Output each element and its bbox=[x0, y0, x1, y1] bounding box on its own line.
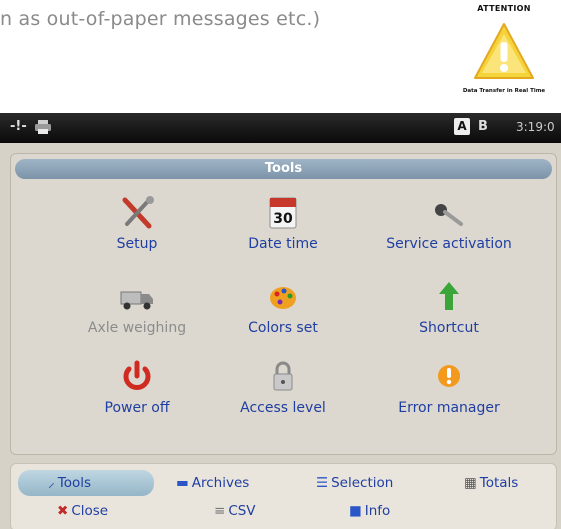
info-label: Info bbox=[364, 503, 391, 519]
calendar-day-number: 30 bbox=[273, 211, 293, 227]
warning-icon bbox=[425, 358, 473, 396]
tab-tools[interactable]: ⸝ Tools bbox=[18, 470, 154, 496]
colors-set-label: Colors set bbox=[248, 320, 318, 336]
indicator-a: A bbox=[454, 118, 470, 135]
tools-icon bbox=[113, 194, 161, 232]
shortcut-button[interactable]: Shortcut bbox=[359, 278, 539, 348]
padlock-icon bbox=[259, 358, 307, 396]
warning-triangle-icon bbox=[474, 23, 534, 79]
signal-icon: -!- bbox=[10, 119, 27, 134]
colors-set-button[interactable]: Colors set bbox=[193, 278, 373, 348]
info-icon: ■ bbox=[349, 503, 362, 519]
indicator-b: B bbox=[478, 119, 488, 134]
tab-selection[interactable]: ☰ Selection bbox=[316, 470, 393, 496]
info-button[interactable]: ■ Info bbox=[349, 498, 390, 524]
panel-title: Tools bbox=[15, 159, 552, 179]
tab-tools-label: Tools bbox=[57, 475, 92, 491]
tab-totals[interactable]: ▦ Totals bbox=[464, 470, 518, 496]
attention-subtitle: Data Transfer in Real Time bbox=[462, 88, 546, 94]
error-manager-button[interactable]: Error manager bbox=[359, 358, 539, 428]
arrow-up-icon bbox=[425, 278, 473, 316]
close-icon: ✖ bbox=[57, 503, 69, 519]
close-label: Close bbox=[71, 503, 109, 519]
device-screen: -!- A B 3:19:0 Tools Setup 30 Date time … bbox=[0, 113, 561, 529]
totals-icon: ▦ bbox=[464, 475, 477, 491]
caption-text: n as out-of-paper messages etc.) bbox=[0, 8, 321, 30]
tools-small-icon: ⸝ bbox=[48, 475, 55, 491]
tools-panel: Tools Setup 30 Date time Service activat… bbox=[10, 153, 557, 455]
printer-icon bbox=[34, 119, 52, 139]
truck-icon bbox=[113, 278, 161, 316]
date-time-label: Date time bbox=[248, 236, 318, 252]
access-level-button[interactable]: Access level bbox=[193, 358, 373, 428]
status-time: 3:19:0 bbox=[516, 120, 555, 134]
error-manager-label: Error manager bbox=[398, 400, 500, 416]
close-button[interactable]: ✖ Close bbox=[57, 498, 108, 524]
csv-label: CSV bbox=[228, 503, 256, 519]
tab-archives-label: Archives bbox=[191, 475, 250, 491]
key-icon bbox=[425, 194, 473, 232]
calendar-icon: 30 bbox=[259, 194, 307, 232]
access-level-label: Access level bbox=[240, 400, 326, 416]
status-bar: -!- A B 3:19:0 bbox=[0, 113, 561, 143]
service-activation-label: Service activation bbox=[386, 236, 512, 252]
archive-icon: ▬ bbox=[176, 475, 189, 491]
tab-archives[interactable]: ▬ Archives bbox=[176, 470, 249, 496]
csv-button[interactable]: ≡ CSV bbox=[214, 498, 256, 524]
date-time-button[interactable]: 30 Date time bbox=[193, 194, 373, 264]
bottom-tab-bar: ⸝ Tools ▬ Archives ☰ Selection ▦ Totals ✖ Clo… bbox=[10, 463, 557, 529]
tab-totals-label: Totals bbox=[479, 475, 519, 491]
power-icon bbox=[113, 358, 161, 396]
selection-icon: ☰ bbox=[316, 475, 329, 491]
attention-title: ATTENTION bbox=[477, 4, 531, 13]
shortcut-label: Shortcut bbox=[419, 320, 479, 336]
palette-icon bbox=[259, 278, 307, 316]
tab-selection-label: Selection bbox=[331, 475, 394, 491]
csv-icon: ≡ bbox=[214, 503, 226, 519]
service-activation-button[interactable]: Service activation bbox=[359, 194, 539, 264]
attention-badge: ATTENTION Data Transfer in Real Time bbox=[448, 0, 560, 100]
